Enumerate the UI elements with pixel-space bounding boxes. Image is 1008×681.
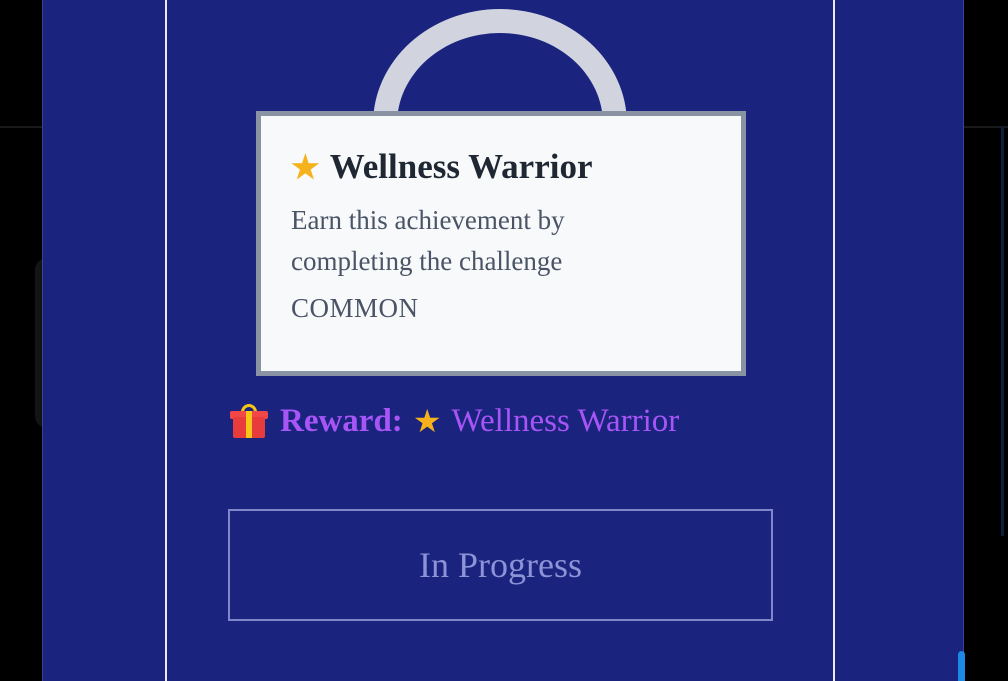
app-screen: ★ Wellness Warrior Earn this achievement… xyxy=(0,0,1008,681)
star-icon: ★ xyxy=(291,149,320,185)
scrollbar-thumb[interactable] xyxy=(958,651,965,681)
reward-value: Wellness Warrior xyxy=(451,402,680,439)
reward-label: Reward: xyxy=(280,402,403,439)
tooltip-description: Earn this achievement by completing the … xyxy=(291,205,565,276)
star-icon: ★ xyxy=(412,403,442,439)
achievement-tooltip: ★ Wellness Warrior Earn this achievement… xyxy=(256,111,746,376)
tooltip-title: ★ Wellness Warrior xyxy=(291,146,711,188)
in-progress-button[interactable]: In Progress xyxy=(228,509,773,621)
gift-icon xyxy=(230,404,268,438)
background-edge-line xyxy=(1001,126,1004,536)
rarity-label: COMMON xyxy=(291,293,419,323)
reward-line: Reward: ★ Wellness Warrior xyxy=(230,396,679,446)
tooltip-title-text: Wellness Warrior xyxy=(329,147,593,186)
